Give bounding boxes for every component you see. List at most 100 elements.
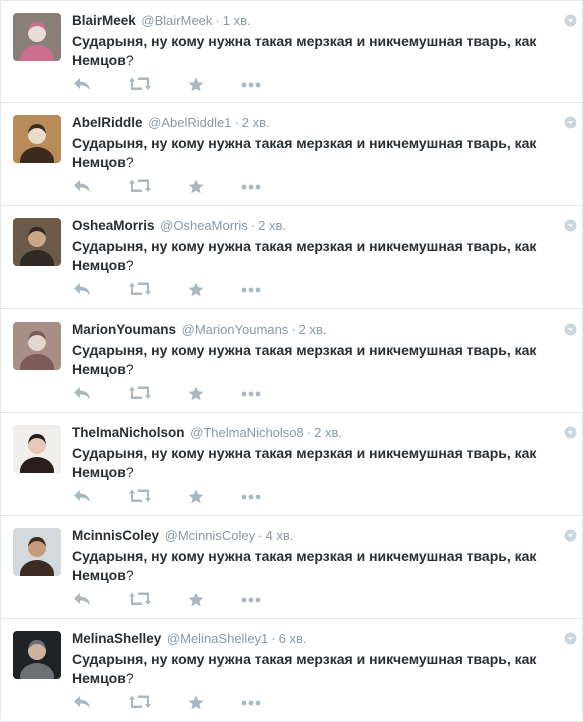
star-icon[interactable] bbox=[188, 179, 204, 194]
timestamp[interactable]: 2 хв. bbox=[299, 322, 327, 337]
retweet-icon[interactable] bbox=[129, 386, 151, 400]
tweet-actions bbox=[73, 695, 273, 711]
dropdown-caret-icon[interactable] bbox=[564, 529, 577, 542]
display-name[interactable]: MelinaShelley bbox=[72, 631, 161, 646]
reply-icon[interactable] bbox=[73, 179, 91, 193]
tweet-text-main: Сударыня, ну кому нужна такая мерзкая и … bbox=[72, 445, 537, 480]
username[interactable]: @MarionYoumans bbox=[182, 322, 289, 337]
reply-icon[interactable] bbox=[73, 386, 91, 400]
tweet[interactable]: OsheaMorris @OsheaMorris · 2 хв. Сударыня,… bbox=[1, 206, 582, 309]
avatar[interactable] bbox=[13, 115, 61, 163]
dropdown-caret-icon[interactable] bbox=[564, 632, 577, 645]
more-icon[interactable] bbox=[241, 282, 261, 296]
tweet-stream: BlairMeek @BlairMeek · 1 хв. Сударыня, ну … bbox=[0, 0, 583, 722]
tweet-actions bbox=[73, 489, 273, 505]
tweet[interactable]: ThelmaNicholson @ThelmaNicholso8 · 2 хв. С… bbox=[1, 413, 582, 516]
display-name[interactable]: ThelmaNicholson bbox=[72, 425, 185, 440]
dropdown-caret-icon[interactable] bbox=[564, 426, 577, 439]
retweet-icon[interactable] bbox=[129, 592, 151, 606]
tweet-text: Сударыня, ну кому нужна такая мерзкая и … bbox=[72, 237, 552, 275]
reply-icon[interactable] bbox=[73, 77, 91, 91]
tweet-text: Сударыня, ну кому нужна такая мерзкая и … bbox=[72, 32, 552, 70]
dropdown-caret-icon[interactable] bbox=[564, 219, 577, 232]
reply-icon[interactable] bbox=[73, 489, 91, 503]
tweet-text: Сударыня, ну кому нужна такая мерзкая и … bbox=[72, 547, 552, 585]
more-icon[interactable] bbox=[241, 592, 261, 606]
display-name[interactable]: AbelRiddle bbox=[72, 115, 143, 130]
display-name[interactable]: MarionYoumans bbox=[72, 322, 176, 337]
timestamp[interactable]: 2 хв. bbox=[242, 115, 270, 130]
separator: · bbox=[258, 528, 263, 543]
tweet-actions bbox=[73, 77, 273, 93]
avatar-image bbox=[13, 631, 61, 679]
username[interactable]: @BlairMeek bbox=[141, 13, 212, 28]
tweet[interactable]: McinnisColey @McinnisColey · 4 хв. Сударын… bbox=[1, 516, 582, 619]
avatar-image bbox=[13, 425, 61, 473]
reply-icon[interactable] bbox=[73, 592, 91, 606]
timestamp[interactable]: 6 хв. bbox=[279, 631, 307, 646]
tweet-text-tail: ? bbox=[125, 154, 134, 170]
username[interactable]: @McinnisColey bbox=[165, 528, 256, 543]
dropdown-caret-icon[interactable] bbox=[564, 116, 577, 129]
retweet-icon[interactable] bbox=[129, 179, 151, 193]
avatar[interactable] bbox=[13, 631, 61, 679]
display-name[interactable]: BlairMeek bbox=[72, 13, 136, 28]
tweet[interactable]: AbelRiddle @AbelRiddle1 · 2 хв. Сударыня, … bbox=[1, 103, 582, 206]
dropdown-caret-icon[interactable] bbox=[564, 14, 577, 27]
tweet-header: OsheaMorris @OsheaMorris · 2 хв. bbox=[72, 217, 552, 235]
more-icon[interactable] bbox=[241, 695, 261, 709]
tweet[interactable]: MelinaShelley @MelinaShelley1 · 6 хв. Суда… bbox=[1, 619, 582, 722]
tweet-text-main: Сударыня, ну кому нужна такая мерзкая и … bbox=[72, 651, 537, 686]
retweet-icon[interactable] bbox=[129, 77, 151, 91]
tweet-actions bbox=[73, 592, 273, 608]
username[interactable]: @ThelmaNicholso8 bbox=[190, 425, 304, 440]
timestamp[interactable]: 4 хв. bbox=[266, 528, 294, 543]
more-icon[interactable] bbox=[241, 386, 261, 400]
star-icon[interactable] bbox=[188, 282, 204, 297]
reply-icon[interactable] bbox=[73, 282, 91, 296]
tweet-text-main: Сударыня, ну кому нужна такая мерзкая и … bbox=[72, 135, 537, 170]
tweet-actions bbox=[73, 179, 273, 195]
avatar[interactable] bbox=[13, 322, 61, 370]
star-icon[interactable] bbox=[188, 77, 204, 92]
tweet-text-tail: ? bbox=[125, 567, 134, 583]
avatar[interactable] bbox=[13, 218, 61, 266]
tweet-text-tail: ? bbox=[125, 361, 134, 377]
tweet-text: Сударыня, ну кому нужна такая мерзкая и … bbox=[72, 134, 552, 172]
avatar[interactable] bbox=[13, 13, 61, 61]
star-icon[interactable] bbox=[188, 489, 204, 504]
tweet[interactable]: BlairMeek @BlairMeek · 1 хв. Сударыня, ну … bbox=[1, 0, 582, 103]
tweet-text: Сударыня, ну кому нужна такая мерзкая и … bbox=[72, 650, 552, 688]
retweet-icon[interactable] bbox=[129, 489, 151, 503]
star-icon[interactable] bbox=[188, 695, 204, 710]
star-icon[interactable] bbox=[188, 386, 204, 401]
avatar[interactable] bbox=[13, 528, 61, 576]
display-name[interactable]: McinnisColey bbox=[72, 528, 159, 543]
username[interactable]: @OsheaMorris bbox=[160, 218, 248, 233]
more-icon[interactable] bbox=[241, 179, 261, 193]
display-name[interactable]: OsheaMorris bbox=[72, 218, 155, 233]
tweet-text-main: Сударыня, ну кому нужна такая мерзкая и … bbox=[72, 33, 537, 68]
avatar-image bbox=[13, 13, 61, 61]
timestamp[interactable]: 2 хв. bbox=[258, 218, 286, 233]
tweet-text: Сударыня, ну кому нужна такая мерзкая и … bbox=[72, 341, 552, 379]
reply-icon[interactable] bbox=[73, 695, 91, 709]
star-icon[interactable] bbox=[188, 592, 204, 607]
more-icon[interactable] bbox=[241, 77, 261, 91]
username[interactable]: @AbelRiddle1 bbox=[148, 115, 231, 130]
tweet-text-main: Сударыня, ну кому нужна такая мерзкая и … bbox=[72, 548, 537, 583]
timestamp[interactable]: 2 хв. bbox=[314, 425, 342, 440]
avatar[interactable] bbox=[13, 425, 61, 473]
avatar-image bbox=[13, 218, 61, 266]
tweet[interactable]: MarionYoumans @MarionYoumans · 2 хв. Судар… bbox=[1, 310, 582, 413]
separator: · bbox=[250, 218, 256, 233]
tweet-text-tail: ? bbox=[125, 670, 134, 686]
tweet-text: Сударыня, ну кому нужна такая мерзкая и … bbox=[72, 444, 552, 482]
username[interactable]: @MelinaShelley1 bbox=[167, 631, 268, 646]
retweet-icon[interactable] bbox=[129, 695, 151, 709]
dropdown-caret-icon[interactable] bbox=[564, 323, 577, 336]
tweet-header: BlairMeek @BlairMeek · 1 хв. bbox=[72, 12, 552, 30]
retweet-icon[interactable] bbox=[129, 282, 151, 296]
timestamp[interactable]: 1 хв. bbox=[223, 13, 251, 28]
more-icon[interactable] bbox=[241, 489, 261, 503]
